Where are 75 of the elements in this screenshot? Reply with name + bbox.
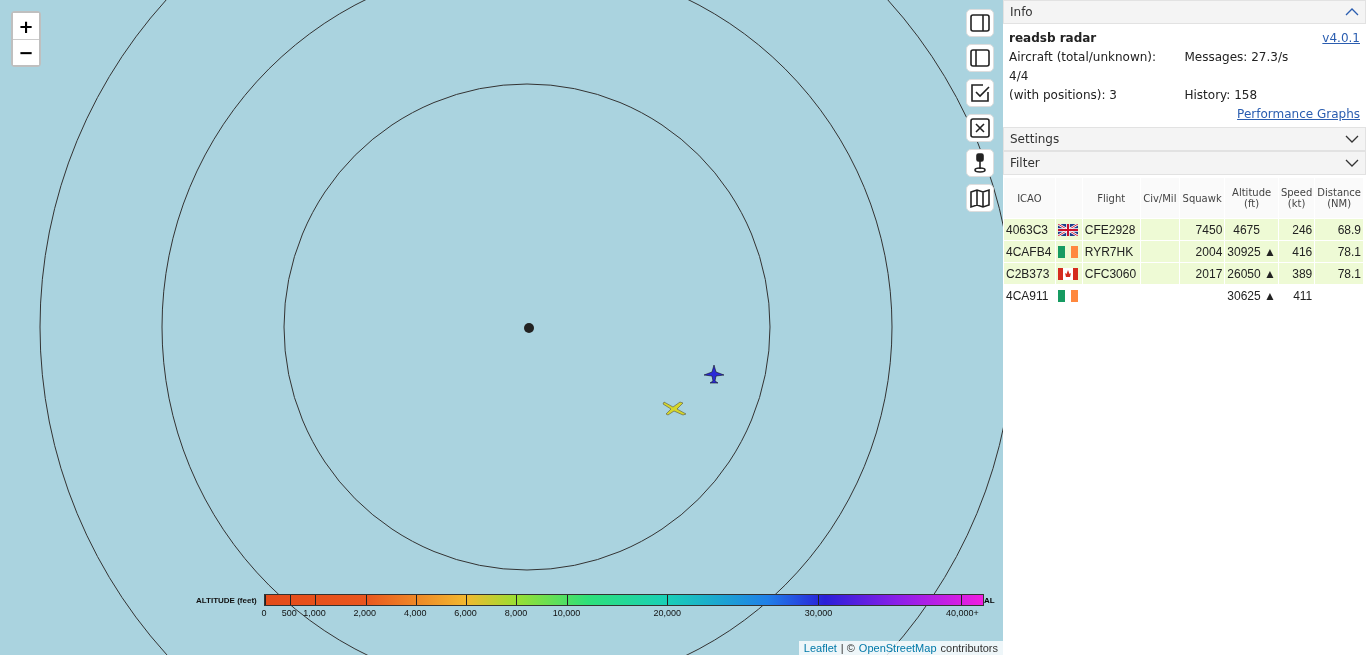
legend-title: ALTITUDE (feet) bbox=[196, 596, 258, 605]
station-dot-icon bbox=[523, 322, 535, 334]
icao-cell: 4CA911 bbox=[1006, 288, 1049, 303]
altitude-cell: 30625 ▲ bbox=[1227, 288, 1276, 303]
aircraft-icon bbox=[662, 398, 688, 418]
panel-left-button[interactable] bbox=[966, 44, 994, 72]
flag-icon bbox=[1057, 267, 1078, 280]
scale-label: 20,000 bbox=[653, 608, 681, 618]
pin-button[interactable] bbox=[966, 149, 994, 177]
openstreetmap-link[interactable]: OpenStreetMap bbox=[858, 642, 937, 654]
table-row[interactable]: 4CAFB4 RYR7HK 2004 30925 ▲ 416 78.1 bbox=[1004, 241, 1363, 262]
distance-cell: 78.1 bbox=[1337, 244, 1361, 259]
scale-label: 2,000 bbox=[353, 608, 377, 618]
table-row[interactable]: 4CA911 30625 ▲ 411 bbox=[1004, 285, 1363, 306]
speed-cell: 416 bbox=[1292, 244, 1313, 259]
flag-icon bbox=[1057, 223, 1078, 236]
aircraft-icon bbox=[703, 364, 725, 384]
chevron-icon bbox=[1345, 8, 1359, 16]
altitude-cell: 30925 ▲ bbox=[1227, 244, 1276, 259]
zoom-out-button[interactable]: − bbox=[13, 39, 39, 65]
positions-count: (with positions): 3 bbox=[1009, 87, 1118, 104]
panel-right-button[interactable] bbox=[966, 9, 994, 37]
flight-cell: RYR7HK bbox=[1084, 244, 1134, 259]
flag-icon bbox=[1057, 245, 1078, 258]
version-link[interactable]: v4.0.1 bbox=[1322, 29, 1360, 48]
scale-label: 10,000 bbox=[552, 608, 581, 618]
altitude-cell: 26050 ▲ bbox=[1227, 266, 1276, 281]
squawk-cell: 2017 bbox=[1195, 266, 1223, 281]
scale-label: 1,000 bbox=[303, 608, 326, 618]
panel-left-icon bbox=[969, 47, 991, 69]
performance-graphs-link[interactable]: Performance Graphs bbox=[1237, 107, 1360, 121]
close-box-icon bbox=[969, 117, 991, 139]
squawk-cell: 2004 bbox=[1195, 244, 1223, 259]
speed-cell: 411 bbox=[1293, 288, 1313, 303]
checkbox-button[interactable] bbox=[966, 79, 994, 107]
altitude-cell: 4675 bbox=[1233, 222, 1260, 237]
flight-cell: CFE2928 bbox=[1084, 222, 1136, 237]
receiver-name: readsb radar bbox=[1009, 30, 1097, 47]
map-icon bbox=[969, 187, 991, 209]
attribution-separator: | © bbox=[840, 642, 855, 654]
panel-right-icon bbox=[969, 12, 991, 34]
info-section-header[interactable]: Info bbox=[1003, 0, 1366, 24]
speed-cell: 246 bbox=[1292, 222, 1313, 237]
section-header[interactable]: Settings bbox=[1003, 127, 1366, 151]
aircraft-count-value: 4/4 bbox=[1009, 68, 1030, 85]
chevron-icon bbox=[1345, 159, 1359, 167]
checkbox-icon bbox=[969, 82, 991, 104]
flag-icon bbox=[1057, 289, 1078, 302]
distance-cell: 68.9 bbox=[1337, 222, 1361, 237]
table-row[interactable]: 4063C3 CFE2928 7450 4675 246 68.9 bbox=[1004, 219, 1363, 240]
scale-label: 0 bbox=[261, 608, 267, 618]
aircraft-count-label: Aircraft (total/unknown): bbox=[1009, 49, 1158, 66]
icao-cell: C2B373 bbox=[1006, 266, 1050, 281]
icao-cell: 4063C3 bbox=[1006, 222, 1049, 237]
chevron-icon bbox=[1345, 135, 1359, 143]
close-box-button[interactable] bbox=[966, 114, 994, 142]
scale-label: 500 bbox=[281, 608, 297, 618]
scale-label: 6,000 bbox=[454, 608, 477, 618]
section-header[interactable]: Filter bbox=[1003, 151, 1366, 175]
leaflet-link[interactable]: Leaflet bbox=[803, 642, 837, 654]
scale-label: 40,000+ bbox=[946, 608, 979, 618]
squawk-cell: 7450 bbox=[1195, 222, 1223, 237]
icao-cell: 4CAFB4 bbox=[1006, 244, 1052, 259]
speed-cell: 389 bbox=[1292, 266, 1313, 281]
scale-label: 8,000 bbox=[504, 608, 528, 618]
distance-cell: 78.1 bbox=[1337, 266, 1361, 281]
flight-cell: CFC3060 bbox=[1084, 266, 1137, 281]
map-button[interactable] bbox=[966, 184, 994, 212]
scale-label: 4,000 bbox=[403, 608, 427, 618]
table-row[interactable]: C2B373 CFC3060 2017 26050 ▲ 389 78.1 bbox=[1004, 263, 1363, 284]
history-count: History: 158 bbox=[1184, 87, 1259, 104]
messages-rate: Messages: 27.3/s bbox=[1184, 49, 1290, 66]
legend-label: AL bbox=[984, 596, 995, 605]
attribution-text: contributors bbox=[940, 642, 998, 654]
scale-label: 30,000 bbox=[804, 608, 833, 618]
